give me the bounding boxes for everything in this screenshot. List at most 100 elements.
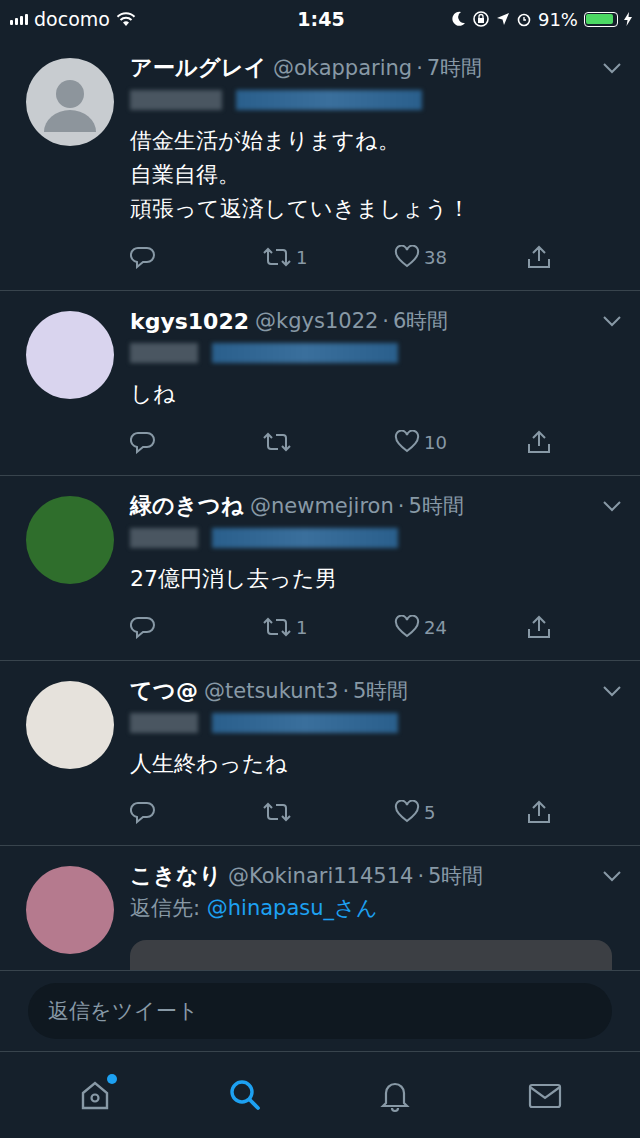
avatar[interactable] (26, 681, 114, 769)
tweet[interactable]: アールグレイ@okapparing·7時間借金生活が始まりますね。自業自得。頑張… (0, 38, 640, 291)
alarm-icon (516, 11, 532, 27)
status-bar: docomo1:4591% (0, 0, 640, 38)
display-name[interactable]: こきなり (130, 861, 222, 891)
redacted-reply-line (130, 84, 622, 116)
like-count: 5 (424, 802, 435, 823)
retweet-button[interactable]: 1 (262, 616, 322, 638)
notification-dot (107, 1074, 117, 1084)
envelope-icon (526, 1077, 564, 1113)
reply-button[interactable] (130, 615, 190, 639)
charging-icon (624, 12, 632, 26)
tweet[interactable]: 緑のきつね@newmejiron·5時間 27億円消し去った男 1 24 (0, 476, 640, 661)
timestamp: 6時間 (393, 307, 448, 335)
reply-button[interactable] (130, 430, 190, 454)
home-tab[interactable] (65, 1070, 125, 1120)
reply-button[interactable] (130, 800, 190, 824)
handle[interactable]: @okapparing (273, 56, 412, 80)
chevron-down-icon[interactable] (602, 870, 622, 882)
avatar[interactable] (26, 58, 114, 146)
battery-icon (584, 12, 618, 27)
tweet[interactable]: てつ@@tetsukunt3·5時間人生終わったね5 (0, 661, 640, 846)
retweet-button[interactable]: 1 (262, 246, 322, 268)
tweet-media[interactable] (130, 940, 612, 970)
tweet-text: しね (130, 377, 622, 411)
like-button[interactable]: 5 (394, 800, 454, 824)
share-button[interactable] (526, 799, 552, 825)
search-icon (227, 1077, 263, 1113)
reply-handle[interactable]: @hinapasu_さん (207, 896, 378, 920)
timestamp: 7時間 (427, 54, 482, 82)
separator: · (398, 494, 405, 518)
share-button[interactable] (526, 244, 552, 270)
retweet-count: 1 (296, 247, 307, 268)
tweet-text: 借金生活が始まりますね。自業自得。頑張って返済していきましょう！ (130, 124, 622, 226)
moon-icon (452, 11, 466, 27)
like-button[interactable]: 10 (394, 430, 454, 454)
display-name[interactable]: てつ@ (130, 676, 198, 706)
retweet-button[interactable] (262, 431, 322, 453)
share-icon (526, 244, 552, 270)
reply-to: 返信先: @hinapasu_さん (130, 892, 622, 924)
wifi-icon (116, 11, 136, 27)
heart-icon (394, 245, 420, 269)
rotation-lock-icon (472, 10, 490, 28)
signal-icon (10, 13, 28, 25)
reply-list: アールグレイ@okapparing·7時間借金生活が始まりますね。自業自得。頑張… (0, 38, 640, 970)
heart-icon (394, 800, 420, 824)
search-tab[interactable] (215, 1070, 275, 1120)
handle[interactable]: @Kokinari114514 (228, 864, 413, 888)
share-icon (526, 429, 552, 455)
reply-icon (130, 800, 156, 824)
carrier: docomo (34, 8, 110, 30)
tweet-actions: 5 (130, 795, 622, 829)
chevron-down-icon[interactable] (602, 62, 622, 74)
display-name[interactable]: kgys1022 (130, 309, 249, 334)
redacted-reply-line (130, 522, 622, 554)
reply-button[interactable] (130, 245, 190, 269)
share-button[interactable] (526, 429, 552, 455)
heart-icon (394, 430, 420, 454)
handle[interactable]: @kgys1022 (255, 309, 378, 333)
display-name[interactable]: 緑のきつね (130, 491, 244, 521)
handle[interactable]: @newmejiron (250, 494, 394, 518)
retweet-icon (262, 246, 292, 268)
separator: · (417, 864, 424, 888)
timestamp: 5時間 (408, 492, 463, 520)
notifications-tab[interactable] (365, 1070, 425, 1120)
avatar[interactable] (26, 311, 114, 399)
reply-icon (130, 615, 156, 639)
tweet-actions: 1 38 (130, 240, 622, 274)
retweet-icon (262, 801, 292, 823)
like-button[interactable]: 24 (394, 615, 454, 639)
messages-tab[interactable] (515, 1070, 575, 1120)
separator: · (342, 679, 349, 703)
chevron-down-icon[interactable] (602, 315, 622, 327)
handle[interactable]: @tetsukunt3 (204, 679, 338, 703)
tweet-text: 27億円消し去った男 (130, 562, 622, 596)
chevron-down-icon[interactable] (602, 500, 622, 512)
heart-icon (394, 615, 420, 639)
like-button[interactable]: 38 (394, 245, 454, 269)
display-name[interactable]: アールグレイ (130, 53, 267, 83)
like-count: 10 (424, 432, 447, 453)
retweet-button[interactable] (262, 801, 322, 823)
bell-icon (377, 1077, 413, 1113)
avatar[interactable] (26, 866, 114, 954)
share-button[interactable] (526, 614, 552, 640)
separator: · (382, 309, 389, 333)
tweet[interactable]: こきなり@Kokinari114514·5時間返信先: @hinapasu_さん (0, 846, 640, 970)
reply-icon (130, 430, 156, 454)
chevron-down-icon[interactable] (602, 685, 622, 697)
tweet[interactable]: kgys1022@kgys1022·6時間しね 10 (0, 291, 640, 476)
default-avatar-icon (26, 58, 114, 146)
timestamp: 5時間 (353, 677, 408, 705)
separator: · (416, 56, 423, 80)
retweet-icon (262, 431, 292, 453)
reply-input[interactable]: 返信をツイート (28, 983, 612, 1039)
share-icon (526, 799, 552, 825)
tweet-actions: 1 24 (130, 610, 622, 644)
avatar[interactable] (26, 496, 114, 584)
reply-icon (130, 245, 156, 269)
timestamp: 5時間 (428, 862, 483, 890)
redacted-reply-line (130, 707, 622, 739)
